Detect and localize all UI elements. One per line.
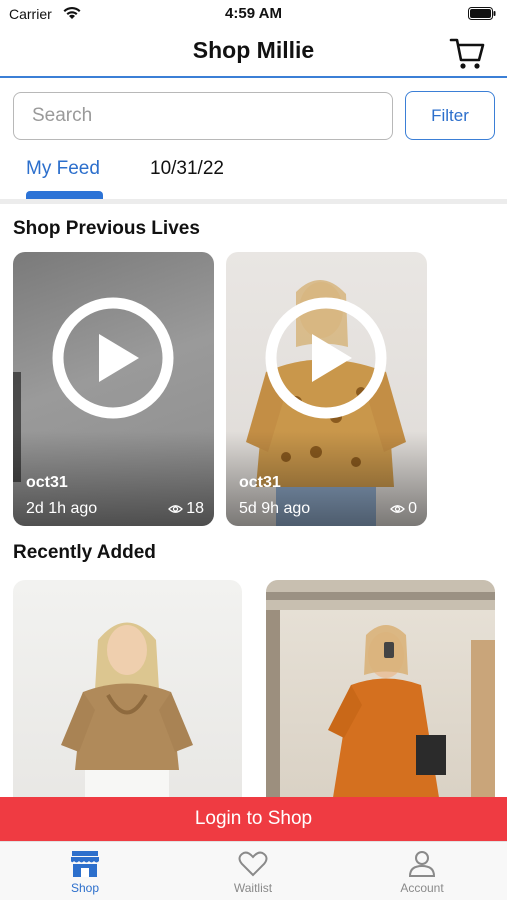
battery-icon <box>468 7 496 20</box>
tab-bar-label: Shop <box>70 881 100 895</box>
tab-date[interactable]: 10/31/22 <box>150 158 224 180</box>
live-time-ago: 5d 9h ago <box>239 500 311 517</box>
product-card[interactable] <box>266 580 495 810</box>
product-card[interactable] <box>13 580 242 810</box>
filter-button[interactable]: Filter <box>405 91 495 140</box>
view-count-value: 18 <box>186 500 204 517</box>
live-name: oct31 <box>239 474 281 491</box>
play-icon[interactable] <box>264 296 388 420</box>
tab-bar-label: Waitlist <box>233 881 273 895</box>
bottom-tab-bar: Shop Waitlist Account <box>0 841 507 900</box>
tab-my-feed[interactable]: My Feed <box>26 158 100 180</box>
product-image <box>61 622 193 810</box>
search-input[interactable] <box>13 92 393 140</box>
storefront-icon <box>71 851 99 877</box>
tab-bar-item-account[interactable]: Account <box>372 850 472 895</box>
view-count: 0 <box>390 500 417 518</box>
tab-bar-item-waitlist[interactable]: Waitlist <box>203 850 303 895</box>
person-icon <box>408 851 436 877</box>
eye-icon <box>390 505 406 513</box>
play-icon[interactable] <box>51 296 175 420</box>
page-title: Shop Millie <box>192 37 315 63</box>
live-card[interactable]: oct31 5d 9h ago 0 <box>226 252 427 526</box>
active-tab-indicator <box>26 191 103 199</box>
status-time: 4:59 AM <box>225 5 282 22</box>
nav-bar: Shop Millie <box>0 28 507 78</box>
section-title-previous-lives: Shop Previous Lives <box>13 218 200 239</box>
heart-icon <box>238 851 268 877</box>
status-bar: Carrier 4:59 AM <box>0 0 507 28</box>
eye-icon <box>168 505 184 513</box>
feed-tabs: My Feed 10/31/22 <box>0 148 507 204</box>
section-title-recently-added: Recently Added <box>13 542 156 563</box>
cart-icon[interactable] <box>449 36 485 70</box>
live-card[interactable]: oct31 2d 1h ago 18 <box>13 252 214 526</box>
view-count: 18 <box>168 500 204 518</box>
tab-bar-label: Account <box>400 881 444 895</box>
live-name: oct31 <box>26 474 68 491</box>
product-image <box>266 580 495 810</box>
view-count-value: 0 <box>408 500 417 517</box>
login-to-shop-button[interactable]: Login to Shop <box>0 797 507 841</box>
live-time-ago: 2d 1h ago <box>26 500 98 517</box>
tab-bar-item-shop[interactable]: Shop <box>35 850 135 895</box>
